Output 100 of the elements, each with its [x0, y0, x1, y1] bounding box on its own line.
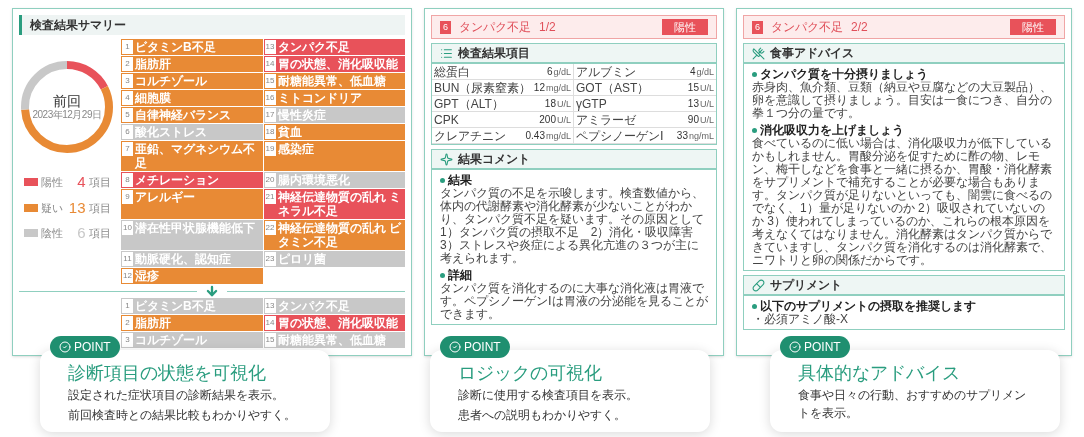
legend-count: 13: [67, 197, 86, 218]
item-number: 3: [122, 333, 133, 347]
point-title: 診断項目の状態を可視化: [68, 362, 267, 384]
point-title: ロジックの可視化: [458, 362, 603, 384]
block-heading: 消化吸収力を上げましょう: [760, 123, 904, 137]
badge-label: POINT: [74, 339, 111, 356]
bullet-icon: [752, 127, 757, 133]
legend-unit: 項目: [88, 175, 111, 190]
test-unit: ng/mL: [689, 129, 714, 143]
badge-label: POINT: [804, 339, 841, 356]
test-value: 90: [687, 112, 699, 127]
test-name: CPK: [434, 112, 459, 127]
header-page: 2/2: [851, 19, 868, 36]
sparkle-icon: [440, 152, 453, 166]
check-icon: [59, 341, 71, 353]
test-value: 15: [687, 80, 699, 95]
item-label: 脂肪肝: [135, 316, 171, 330]
item-label: メチレーション: [135, 173, 219, 187]
item-label: 湿疹: [135, 269, 159, 283]
item-label: 貧血: [277, 125, 302, 139]
item-label: 亜鉛、マグネシウム不足: [135, 142, 256, 170]
block-text: タンパク質を消化するのに大事な消化液は胃液です。ペプシノーゲンⅠは胃液の分泌能を見ることができます。: [440, 282, 708, 321]
block-heading: 詳細: [448, 268, 472, 282]
item-number: 20: [264, 173, 276, 187]
test-name: ペプシノーゲンⅠ: [576, 128, 664, 143]
item-number: 14: [264, 316, 276, 330]
bullet-icon: [752, 303, 757, 309]
item-number: 22: [264, 221, 276, 235]
item-label: 細胞膜: [135, 91, 171, 105]
item-label: ミトコンドリア: [277, 91, 362, 105]
item-number: 18: [264, 125, 276, 139]
point-text: 患者への説明もわかりやすく。: [458, 407, 627, 424]
block-text: タンパク質の不足を示唆します。検査数値から、体内の代謝酵素や消化酵素が少ないことがわかり、タンパク質不足を疑います。その原因として1）タンパク質の摂取不足 2）消化・吸収障害 3）ストレスや炎症による異化亢進の３つが主に考えられます。: [440, 187, 705, 265]
block-text: 赤身肉、魚介類、豆類（納豆や豆腐などの大豆製品）、卵を意識して摂りましょう。目安は一食につき、自分の拳１つ分の量です。: [752, 81, 1053, 120]
item-number: 3: [122, 74, 133, 88]
item-number: 21: [264, 190, 276, 204]
item-number: 5: [122, 108, 133, 122]
item-number: 12: [122, 269, 133, 283]
test-value: 200: [539, 112, 556, 127]
point-text: 設定された症状項目の診断結果を表示。: [68, 387, 285, 404]
test-name: アルブミン: [576, 64, 636, 79]
item-number: 2: [122, 316, 133, 330]
item-number: 23: [264, 252, 276, 266]
pill-icon: [752, 278, 765, 292]
item-number: 10: [122, 221, 133, 235]
item-number: 13: [264, 40, 276, 54]
item-number: 17: [264, 108, 276, 122]
item-number: 7: [122, 142, 133, 156]
test-value: 4: [689, 64, 696, 79]
test-name: 総蛋白: [434, 64, 470, 79]
point-title: 具体的なアドバイス: [798, 362, 961, 384]
donut-date: 2023年12月29日: [32, 109, 102, 121]
item-number: 8: [122, 173, 133, 187]
legend-unit: 項目: [88, 226, 111, 241]
header-number: 6: [752, 20, 763, 34]
legend-label: 疑い: [40, 200, 63, 216]
block-text: 食べているのに低い場合は、消化吸収力が低下しているかもしれません。胃酸分泌を促すために酢の物、レモン、梅干しなどを食事と一緒に摂るか、胃酸・消化酵素をサプリメントで補充することが必要な場合もあります。タンパク質が足りないといっても、闇雲に食べるのでなく、1）量が足りないのか 2）吸収されていないのか 3）使われてしまっているのか、これらの根本原因を考えなくてはなりません。消化酵素はタンパク質からできていますし、タンパク質を消化するのは消化酵素で、ニワトリと卵の関係だからです。: [752, 137, 1053, 267]
item-label: コルチゾール: [135, 74, 207, 88]
utensils-icon: [752, 46, 765, 60]
test-unit: g/dL: [696, 65, 714, 79]
item-number: 15: [264, 333, 276, 347]
header-title: タンパク不足: [459, 19, 531, 36]
block-heading: タンパク質を十分摂りましょう: [760, 67, 928, 81]
test-value: 6: [546, 64, 553, 79]
item-number: 1: [122, 299, 133, 313]
block-heading: 以下のサプリメントの摂取を推奨します: [760, 299, 976, 313]
check-icon: [449, 341, 461, 353]
test-unit: U/L: [700, 97, 714, 111]
header-page: 1/2: [539, 19, 556, 36]
point-text: 前回検査時との結果比較もわかりやすく。: [68, 407, 297, 424]
bullet-icon: [440, 177, 445, 183]
item-label: 神経伝達物質の乱れ ミネラル不足: [277, 190, 402, 218]
point-text: 診断に使用する検査項目を表示。: [458, 387, 639, 404]
test-value: 33: [676, 128, 688, 143]
item-number: 4: [122, 91, 133, 105]
block-text: ・必須アミノ酸-X: [752, 313, 849, 326]
panel-title: 検査結果サマリー: [19, 15, 405, 35]
test-name: クレアチニン: [434, 128, 506, 143]
point-text: 食事や日々の行動、おすすめのサプリメントを表示。: [798, 387, 1027, 422]
list-icon: [440, 46, 453, 60]
block-heading: 結果: [448, 173, 472, 187]
test-unit: U/L: [700, 113, 714, 127]
test-name: γGTP: [576, 96, 607, 111]
badge-label: POINT: [464, 339, 501, 356]
item-number: 14: [264, 57, 276, 71]
item-label: タンパク不足: [277, 40, 350, 54]
item-number: 15: [264, 74, 276, 88]
item-label: 感染症: [277, 142, 314, 156]
section-title: 検査結果項目: [458, 46, 530, 60]
test-value: 0.43: [525, 128, 545, 143]
test-name: GPT（ALT）: [434, 96, 504, 111]
section-title: 結果コメント: [458, 152, 530, 166]
item-label: 胃の状態、消化吸収能: [277, 316, 398, 330]
item-label: ビタミンB不足: [135, 40, 216, 54]
check-icon: [789, 341, 801, 353]
section-title: 食事アドバイス: [770, 46, 854, 60]
test-unit: U/L: [700, 81, 714, 95]
test-name: GOT（AST）: [576, 80, 650, 95]
item-number: 2: [122, 57, 133, 71]
item-label: 自律神経バランス: [135, 108, 231, 122]
